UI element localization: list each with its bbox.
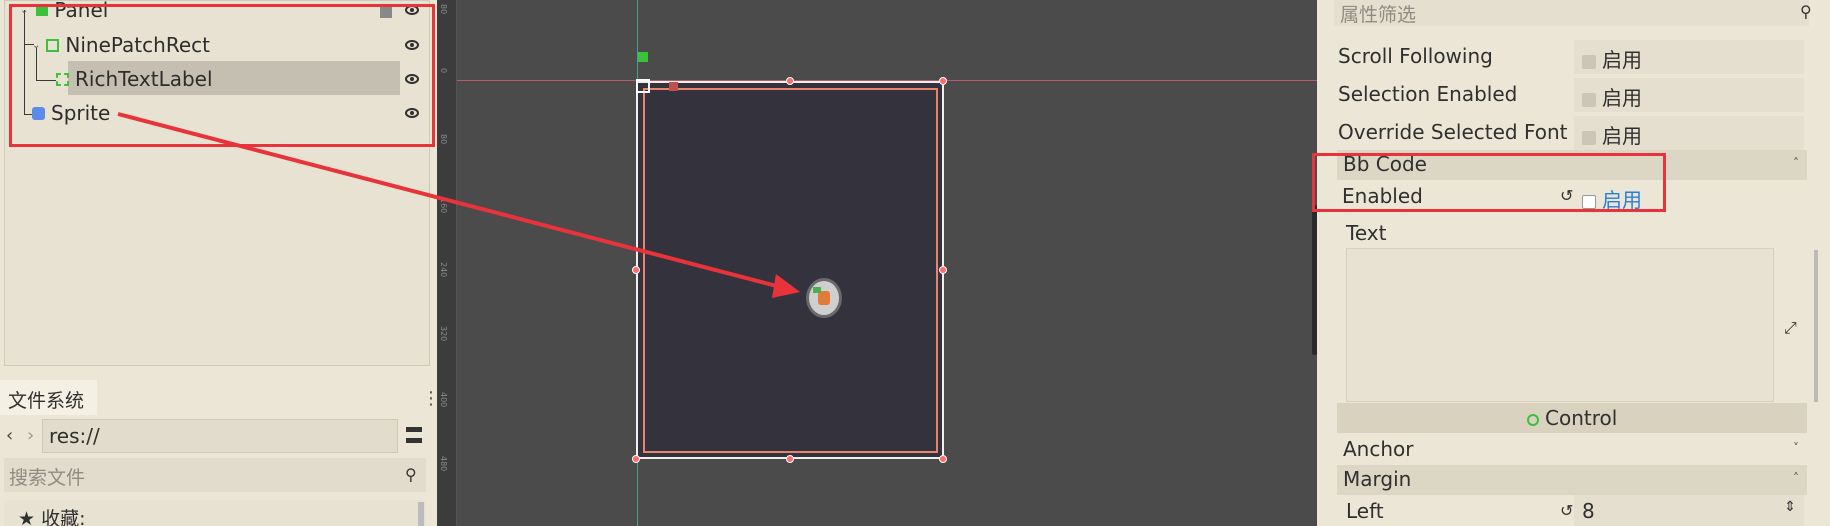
checkbox-selection-enabled[interactable]: 启用 (1574, 78, 1804, 112)
inspector-splitter[interactable] (1312, 205, 1317, 355)
annotation-highlight-box (1312, 153, 1666, 212)
prop-label-text: Text (1346, 221, 1387, 245)
prop-selection-enabled: Selection Enabled 启用 (1334, 78, 1809, 112)
prop-label: Left (1346, 499, 1384, 523)
checkbox-label: 启用 (1602, 48, 1642, 72)
search-icon: ⚲ (1800, 2, 1812, 21)
spinbox-value: 8 (1582, 499, 1595, 523)
reset-icon[interactable]: ↺ (1560, 501, 1573, 520)
checkbox-icon (1582, 54, 1596, 69)
prop-scroll-following: Scroll Following 启用 (1334, 40, 1809, 74)
checkbox-scroll-following[interactable]: 启用 (1574, 40, 1804, 74)
expand-arrow-icon: ˅ (1793, 441, 1799, 455)
checkbox-label: 启用 (1602, 86, 1642, 110)
scrollbar[interactable] (1814, 250, 1818, 402)
expand-icon[interactable]: ⤢ (1784, 318, 1797, 338)
prop-label: Scroll Following (1338, 44, 1493, 68)
section-control[interactable]: Control (1337, 403, 1807, 433)
property-filter-input[interactable]: 属性筛选 (1334, 0, 1809, 26)
prop-override-selected-font: Override Selected Font 启用 (1334, 116, 1809, 150)
section-title: Control (1545, 406, 1618, 430)
prop-margin-left: Left ↺ 8 ⇕ (1334, 495, 1809, 526)
section-margin[interactable]: Margin ˄ (1337, 465, 1807, 495)
checkbox-override-selected-font[interactable]: 启用 (1574, 116, 1804, 150)
prop-label: Selection Enabled (1338, 82, 1518, 106)
prop-label: Override Selected Font (1338, 120, 1568, 144)
checkbox-icon (1582, 130, 1596, 145)
text-editor-area[interactable] (1346, 248, 1774, 402)
margin-left-spinbox[interactable]: 8 ⇕ (1574, 495, 1804, 526)
spin-arrows-icon[interactable]: ⇕ (1784, 499, 1796, 515)
collapse-icon: ˄ (1793, 156, 1799, 170)
section-title: Anchor (1343, 437, 1414, 461)
checkbox-icon (1582, 92, 1596, 107)
collapse-icon: ˄ (1793, 471, 1799, 485)
section-anchor[interactable]: Anchor ˅ (1337, 435, 1807, 465)
section-title: Margin (1343, 467, 1412, 491)
checkbox-label: 启用 (1602, 124, 1642, 148)
control-icon (1526, 413, 1539, 426)
